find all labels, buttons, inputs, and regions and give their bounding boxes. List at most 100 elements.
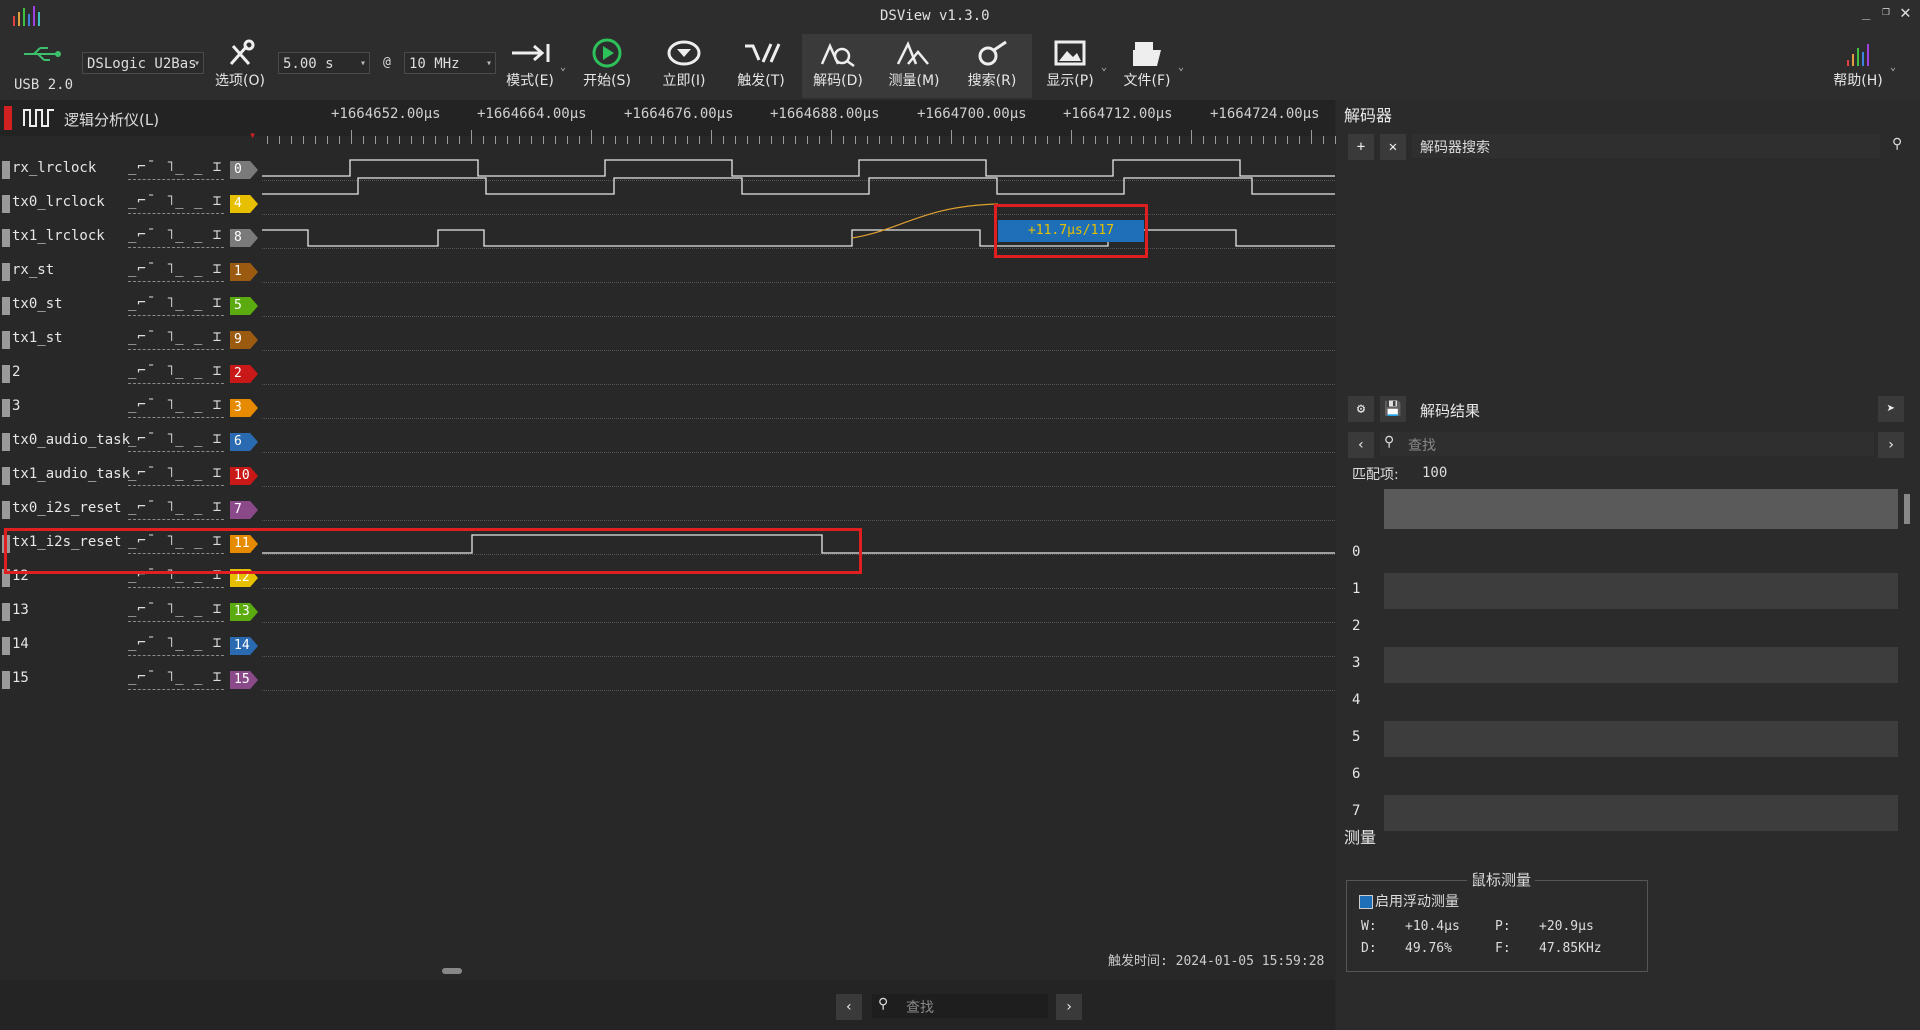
channel-index-badge[interactable]: 0	[230, 161, 258, 179]
floating-measure-checkbox[interactable]	[1359, 895, 1373, 909]
restore-button[interactable]: ❐	[1882, 4, 1890, 19]
help-button[interactable]: 帮助(H)	[1826, 34, 1890, 98]
trigger-options[interactable]: _⌐¯ ˥_ _ ⌶	[128, 397, 224, 418]
channel-color-bar[interactable]	[2, 297, 10, 315]
trigger-options[interactable]: _⌐¯ ˥_ _ ⌶	[128, 159, 224, 180]
trigger-options[interactable]: _⌐¯ ˥_ _ ⌶	[128, 431, 224, 452]
horizontal-scrollbar[interactable]	[8, 968, 1328, 974]
channel-color-bar[interactable]	[2, 603, 10, 621]
channel-name[interactable]: tx0_audio_task	[12, 432, 130, 448]
channel-name[interactable]: 2	[12, 364, 20, 380]
prev-result-button[interactable]: ‹	[836, 994, 862, 1020]
trigger-options[interactable]: _⌐¯ ˥_ _ ⌶	[128, 227, 224, 248]
channel-color-bar[interactable]	[2, 229, 10, 247]
decode-button[interactable]: 解码(D)	[806, 34, 870, 98]
display-button[interactable]: 显示(P)	[1038, 34, 1102, 98]
channel-color-bar[interactable]	[2, 467, 10, 485]
result-row[interactable]	[1384, 647, 1898, 683]
samplerate-select[interactable]: 10 MHz ▾	[404, 52, 496, 74]
channel-name[interactable]: 3	[12, 398, 20, 414]
remove-decoder-button[interactable]: ✕	[1380, 134, 1406, 160]
channel-color-bar[interactable]	[2, 263, 10, 281]
trigger-options[interactable]: _⌐¯ ˥_ _ ⌶	[128, 295, 224, 316]
trigger-options[interactable]: _⌐¯ ˥_ _ ⌶	[128, 669, 224, 690]
trigger-options[interactable]: _⌐¯ ˥_ _ ⌶	[128, 601, 224, 622]
channel-color-bar[interactable]	[2, 501, 10, 519]
decoder-search-input[interactable]: 解码器搜索	[1412, 134, 1880, 158]
channel-index-badge[interactable]: 8	[230, 229, 258, 247]
trigger-options[interactable]: _⌐¯ ˥_ _ ⌶	[128, 635, 224, 656]
help-dropdown-icon[interactable]: ⌄	[1890, 62, 1896, 73]
channel-color-bar[interactable]	[2, 671, 10, 689]
channel-name[interactable]: tx0_st	[12, 296, 63, 312]
channel-name[interactable]: tx1_lrclock	[12, 228, 105, 244]
channel-color-bar[interactable]	[2, 331, 10, 349]
results-find-input[interactable]: ⚲ 查找	[1380, 432, 1874, 456]
channel-name[interactable]: tx1_audio_task	[12, 466, 130, 482]
save-icon[interactable]: 💾	[1380, 396, 1406, 422]
trigger-options[interactable]: _⌐¯ ˥_ _ ⌶	[128, 465, 224, 486]
channel-color-bar[interactable]	[2, 399, 10, 417]
channel-index-badge[interactable]: 6	[230, 433, 258, 451]
result-row[interactable]	[1384, 573, 1898, 609]
channel-index-badge[interactable]: 3	[230, 399, 258, 417]
channel-name[interactable]: 13	[12, 602, 29, 618]
time-ruler[interactable]: +1664652.00μs +1664664.00μs +1664676.00μ…	[249, 100, 1336, 152]
channel-index-badge[interactable]: 14	[230, 637, 258, 655]
add-decoder-button[interactable]: +	[1348, 134, 1374, 160]
channel-index-badge[interactable]: 7	[230, 501, 258, 519]
next-result-button[interactable]: ›	[1056, 994, 1082, 1020]
options-button[interactable]: 选项(O)	[208, 34, 272, 98]
instant-button[interactable]: 立即(I)	[652, 34, 716, 98]
channel-name[interactable]: 15	[12, 670, 29, 686]
channel-index-badge[interactable]: 1	[230, 263, 258, 281]
search-button[interactable]: 搜索(R)	[960, 34, 1024, 98]
waveform-area[interactable]	[262, 150, 1335, 710]
channel-index-badge[interactable]: 4	[230, 195, 258, 213]
next-match-button[interactable]: ›	[1878, 432, 1904, 458]
channel-name[interactable]: rx_st	[12, 262, 54, 278]
trigger-options[interactable]: _⌐¯ ˥_ _ ⌶	[128, 363, 224, 384]
close-button[interactable]: ✕	[1900, 2, 1911, 23]
display-dropdown-icon[interactable]: ⌄	[1101, 62, 1107, 73]
send-icon[interactable]: ➤	[1878, 396, 1904, 422]
bottom-search-input[interactable]: ⚲ 查找	[872, 994, 1048, 1018]
mode-dropdown-icon[interactable]: ⌄	[560, 62, 566, 73]
decoder-options-icon[interactable]: ⚙	[1348, 396, 1374, 422]
channel-index-badge[interactable]: 10	[230, 467, 258, 485]
mode-button[interactable]: 模式(E)	[498, 34, 562, 98]
trigger-options[interactable]: _⌐¯ ˥_ _ ⌶	[128, 499, 224, 520]
channel-name[interactable]: tx0_lrclock	[12, 194, 105, 210]
results-scrollbar[interactable]	[1904, 494, 1910, 524]
channel-color-bar[interactable]	[2, 637, 10, 655]
channel-name[interactable]: tx1_st	[12, 330, 63, 346]
channel-color-bar[interactable]	[2, 161, 10, 179]
channel-color-bar[interactable]	[2, 365, 10, 383]
result-row[interactable]	[1384, 721, 1898, 757]
trigger-options[interactable]: _⌐¯ ˥_ _ ⌶	[128, 193, 224, 214]
channel-color-bar[interactable]	[2, 195, 10, 213]
channel-name[interactable]: tx0_i2s_reset	[12, 500, 122, 516]
search-icon[interactable]: ⚲	[1892, 136, 1902, 152]
trigger-button[interactable]: 触发(T)	[729, 34, 793, 98]
scroll-thumb[interactable]	[442, 968, 462, 974]
channel-index-badge[interactable]: 9	[230, 331, 258, 349]
channel-color-bar[interactable]	[2, 433, 10, 451]
prev-match-button[interactable]: ‹	[1348, 432, 1374, 458]
minimize-button[interactable]: _	[1862, 4, 1870, 20]
device-select[interactable]: DSLogic U2Bas ▾	[82, 52, 204, 74]
channel-index-badge[interactable]: 15	[230, 671, 258, 689]
file-button[interactable]: 文件(F)	[1115, 34, 1179, 98]
trigger-options[interactable]: _⌐¯ ˥_ _ ⌶	[128, 329, 224, 350]
channel-index-badge[interactable]: 5	[230, 297, 258, 315]
channel-name[interactable]: rx_lrclock	[12, 160, 96, 176]
trigger-options[interactable]: _⌐¯ ˥_ _ ⌶	[128, 261, 224, 282]
duration-select[interactable]: 5.00 s ▾	[278, 52, 370, 74]
result-row[interactable]	[1384, 795, 1898, 831]
channel-index-badge[interactable]: 13	[230, 603, 258, 621]
start-button[interactable]: 开始(S)	[575, 34, 639, 98]
channel-name[interactable]: 14	[12, 636, 29, 652]
channel-index-badge[interactable]: 2	[230, 365, 258, 383]
measure-button[interactable]: 测量(M)	[882, 34, 946, 98]
file-dropdown-icon[interactable]: ⌄	[1178, 62, 1184, 73]
